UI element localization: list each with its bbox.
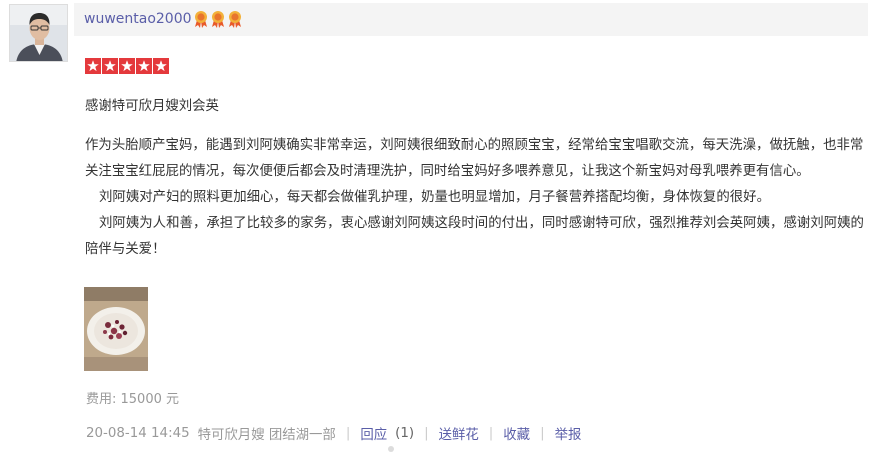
star-icon bbox=[85, 58, 101, 74]
reply-count: (1) bbox=[395, 425, 415, 441]
timestamp: 20-08-14 14:45 bbox=[86, 425, 190, 441]
favorite-button[interactable]: 收藏 bbox=[503, 423, 530, 443]
fee-text: 费用: 15000 元 bbox=[86, 392, 179, 407]
medal-icon bbox=[229, 11, 241, 28]
review-header: wuwentao2000 bbox=[74, 3, 868, 36]
avatar-image bbox=[10, 5, 67, 61]
star-icon bbox=[119, 58, 135, 74]
review-photo-thumbnail[interactable] bbox=[84, 287, 148, 371]
report-button[interactable]: 举报 bbox=[555, 423, 582, 443]
rating-stars bbox=[85, 58, 169, 74]
avatar[interactable] bbox=[9, 4, 68, 62]
shop-name: 特可欣月嫂 团结湖一部 bbox=[197, 428, 336, 443]
divider: | bbox=[345, 425, 351, 441]
review-paragraph: 刘阿姨为人和善，承担了比较多的家务，衷心感谢刘阿姨这段时间的付出，同时感谢特可欣… bbox=[85, 216, 864, 257]
food-photo bbox=[84, 287, 148, 371]
star-icon bbox=[136, 58, 152, 74]
divider: | bbox=[424, 425, 429, 441]
scroll-indicator-dot bbox=[388, 446, 394, 452]
review-body: 作为头胎顺产宝妈，能遇到刘阿姨确实非常幸运，刘阿姨很细致耐心的照顾宝宝，经常给宝… bbox=[85, 133, 865, 263]
review-paragraph: 刘阿姨对产妇的照料更加细心，每天都会做催乳护理，奶量也明显增加，月子餐营养搭配均… bbox=[99, 190, 771, 205]
medal-icon bbox=[212, 11, 224, 28]
divider: | bbox=[540, 425, 545, 441]
review-title: 感谢特可欣月嫂刘会英 bbox=[85, 99, 219, 114]
user-medals bbox=[194, 10, 242, 28]
reply-button[interactable]: 回应 bbox=[360, 423, 387, 443]
star-icon bbox=[102, 58, 118, 74]
review-meta-bar: 20-08-14 14:45 特可欣月嫂 团结湖一部 | 回应 (1) | 送鲜… bbox=[86, 423, 582, 444]
send-flower-button[interactable]: 送鲜花 bbox=[439, 423, 479, 443]
review-paragraph: 作为头胎顺产宝妈，能遇到刘阿姨确实非常幸运，刘阿姨很细致耐心的照顾宝宝，经常给宝… bbox=[85, 138, 864, 179]
medal-icon bbox=[195, 11, 207, 28]
star-icon bbox=[153, 58, 169, 74]
username-link[interactable]: wuwentao2000 bbox=[84, 11, 192, 27]
divider: | bbox=[488, 425, 494, 441]
